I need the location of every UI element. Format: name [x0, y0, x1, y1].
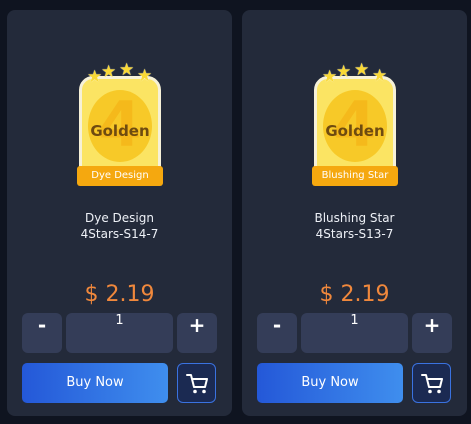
product-card: 4 Golden Blushing Star ★ ★ ★ ★ Blushing …: [242, 10, 467, 416]
decrease-quantity-button[interactable]: -: [22, 313, 62, 353]
quantity-input[interactable]: 1: [301, 313, 408, 353]
price: $ 2.19: [319, 282, 390, 307]
star-icon: ★: [87, 67, 103, 87]
badge-word: Golden: [90, 122, 150, 140]
add-to-cart-button[interactable]: [177, 363, 216, 403]
add-to-cart-button[interactable]: [412, 363, 451, 403]
golden-badge-image: 4 Golden Blushing Star ★ ★ ★ ★: [312, 62, 398, 192]
quantity-input[interactable]: 1: [66, 313, 173, 353]
increase-quantity-button[interactable]: +: [177, 313, 217, 353]
badge-ribbon: Dye Design: [77, 166, 163, 186]
product-name-line2: 4Stars-S13-7: [315, 227, 394, 241]
product-card: 4 Golden Dye Design ★ ★ ★ ★ Dye Design 4…: [7, 10, 232, 416]
product-name: Dye Design 4Stars-S14-7: [7, 210, 232, 242]
badge-word: Golden: [325, 122, 385, 140]
badge-stars: ★ ★ ★ ★: [87, 60, 153, 87]
buy-now-button[interactable]: Buy Now: [22, 363, 168, 403]
decrease-quantity-button[interactable]: -: [257, 313, 297, 353]
badge-stars: ★ ★ ★ ★: [322, 60, 388, 87]
shopping-cart-icon: [421, 374, 443, 394]
product-name-line2: 4Stars-S14-7: [80, 227, 159, 241]
product-name-line1: Blushing Star: [314, 211, 395, 225]
badge-ribbon: Blushing Star: [312, 166, 398, 186]
buy-now-button[interactable]: Buy Now: [257, 363, 403, 403]
product-name: Blushing Star 4Stars-S13-7: [242, 210, 467, 242]
increase-quantity-button[interactable]: +: [412, 313, 452, 353]
shopping-cart-icon: [186, 374, 208, 394]
star-icon: ★: [101, 62, 117, 82]
star-icon: ★: [137, 66, 153, 86]
star-icon: ★: [372, 66, 388, 86]
star-icon: ★: [322, 67, 338, 87]
golden-badge-image: 4 Golden Dye Design ★ ★ ★ ★: [77, 62, 163, 192]
product-name-line1: Dye Design: [85, 211, 154, 225]
price: $ 2.19: [84, 282, 155, 307]
star-icon: ★: [354, 60, 370, 80]
star-icon: ★: [336, 62, 352, 82]
star-icon: ★: [119, 60, 135, 80]
